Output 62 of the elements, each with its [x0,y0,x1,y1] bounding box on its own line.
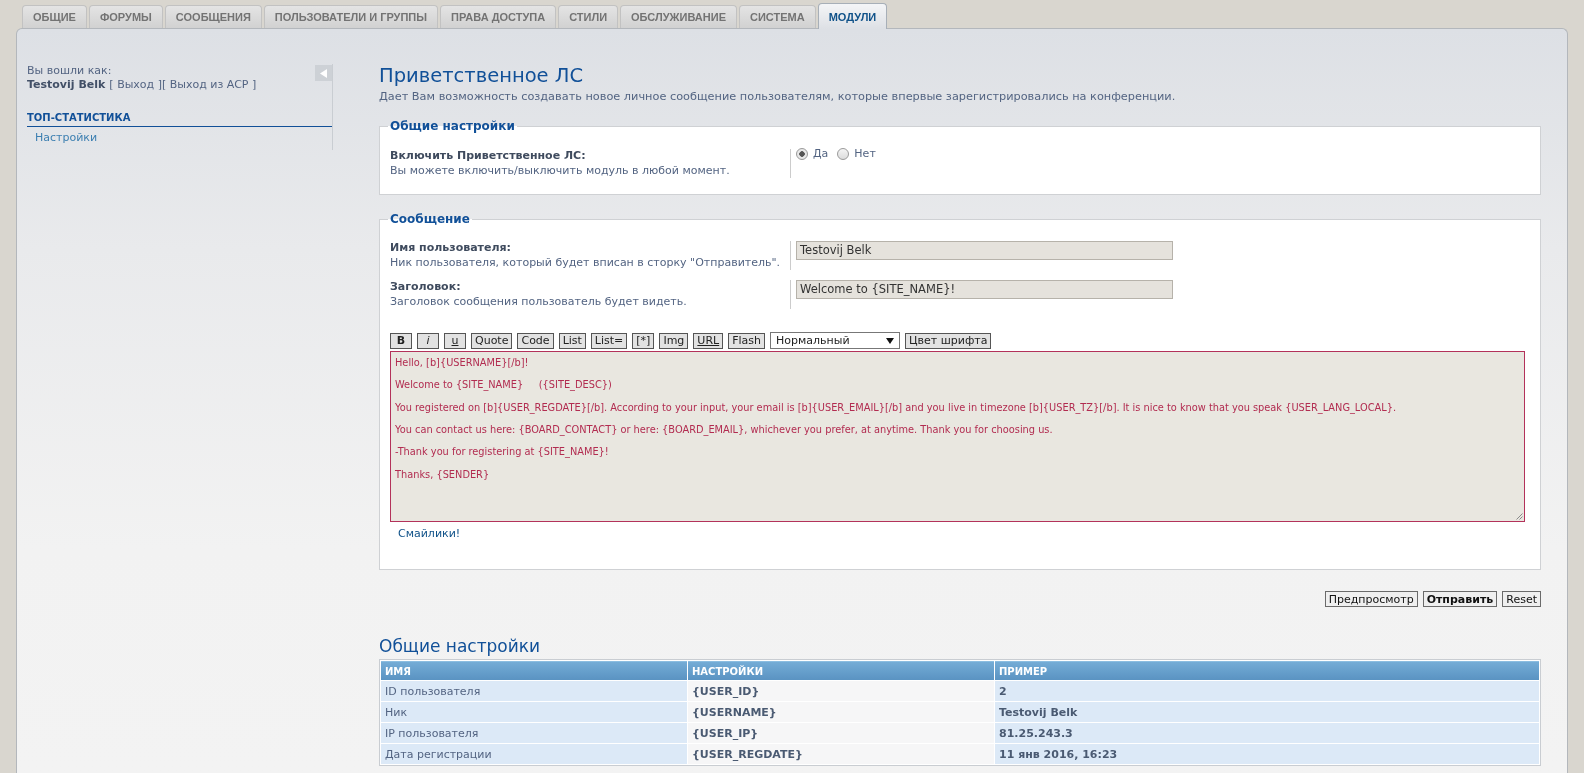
table-cell: {USER_IP} [688,723,994,743]
field-label: Имя пользователя: [390,241,512,256]
page-description: Дает Вам возможность создавать новое личное сообщение пользователям, которые впервые зарегистрировались на конференции. [379,89,1177,105]
radio-label[interactable]: Да [813,147,829,160]
smilies-link[interactable]: Смайлики! [398,527,461,541]
table-cell: 81.25.243.3 [995,723,1539,743]
setting-explain: Вы можете включить/выключить модуль в любой момент. [390,163,731,178]
format-button[interactable]: Flash [728,332,765,349]
format-button[interactable]: [*] [632,332,655,349]
logout-link[interactable]: [ Выход из ACP ] [162,78,257,92]
nav-tab[interactable]: МОДУЛИ [817,3,888,29]
table-cell: {USER_ID} [688,681,994,701]
radio-button[interactable] [796,147,808,160]
table-cell: IP пользователя [381,723,687,743]
setting-label: Включить Приветственное ЛС: [390,149,587,164]
logout-link[interactable]: [ Выход ] [109,78,162,92]
format-button[interactable]: Quote [471,332,513,349]
format-button[interactable]: Code [517,332,554,349]
table-cell: ID пользователя [381,681,687,701]
format-button[interactable]: List [558,332,586,349]
format-button[interactable]: Img [659,332,689,349]
form-button[interactable]: Предпросмотр [1324,591,1418,607]
logged-in-label: Вы вошли как: [27,64,113,78]
column-header: ИМЯ [381,661,687,680]
table-cell: {USERNAME} [688,702,994,722]
format-button[interactable]: List= [590,332,628,349]
format-button[interactable]: B [390,332,412,349]
page-title: Приветственное ЛС [379,64,585,88]
table-cell: 11 янв 2016, 16:23 [995,744,1539,764]
radio-label[interactable]: Нет [854,147,876,160]
field-explain: Заголовок сообщения пользователь будет видеть. [390,294,688,309]
text-input[interactable]: Welcome to {SITE_NAME}! [796,280,1173,299]
table-cell: {USER_REGDATE} [688,744,994,764]
username-text: Testovij Belk [27,78,106,92]
caret-icon [886,337,894,344]
format-button[interactable]: i [417,332,439,349]
format-button[interactable]: u [444,332,466,349]
panel-legend: Сообщение [388,211,472,227]
table-cell: 2 [995,681,1539,701]
panel-legend: Общие настройки [388,118,517,134]
field-label: Заголовок: [390,280,462,295]
radio-button[interactable] [837,147,850,160]
column-header: НАСТРОЙКИ [688,661,994,680]
table-cell: Ник [381,702,687,722]
column-header: ПРИМЕР [995,661,1539,680]
table-cell: Дата регистрации [381,744,687,764]
form-button[interactable]: Reset [1502,591,1541,607]
form-button[interactable]: Отправить [1422,591,1498,607]
table-cell: Testovij Belk [995,702,1539,722]
message-textarea[interactable]: Hello, [b]{USERNAME}[/b]! Welcome to {SITE_NAME} ({SITE_DESC}) You registered on [b]{USER_REGDATE}[/b]. According to your input, your email is [b]{USER_EMAIL}[/b] and you live in timezone [b]{USER_TZ}[/b]. It is nice to know that you speak {USER_LANG_LOCAL}. You can contact us here: {BOARD_CONTACT} or here: {BOARD_EMAIL}, whichever you prefer, at anytime. Thank you for choosing us. -Thank you for registering at {SITE_NAME}! Thanks, {SENDER} [390,351,1525,522]
section-title: Общие настройки [379,636,542,656]
menu-item[interactable]: Настройки [27,127,332,146]
menu-heading: ТОП-СТАТИСТИКА [27,112,332,127]
format-button[interactable]: Цвет шрифта [905,332,992,349]
field-explain: Ник пользователя, который будет вписан в сторку "Отправитель". [390,255,782,270]
nav-tab[interactable]: ОБЩИЕ [22,5,87,28]
format-button[interactable]: URL [693,332,724,349]
font-size-select[interactable]: Нормальный [770,332,900,349]
resize-grip-icon [1516,513,1523,520]
collapse-button[interactable] [315,65,332,81]
left-triangle-icon [320,68,327,78]
text-input[interactable]: Testovij Belk [796,241,1173,260]
